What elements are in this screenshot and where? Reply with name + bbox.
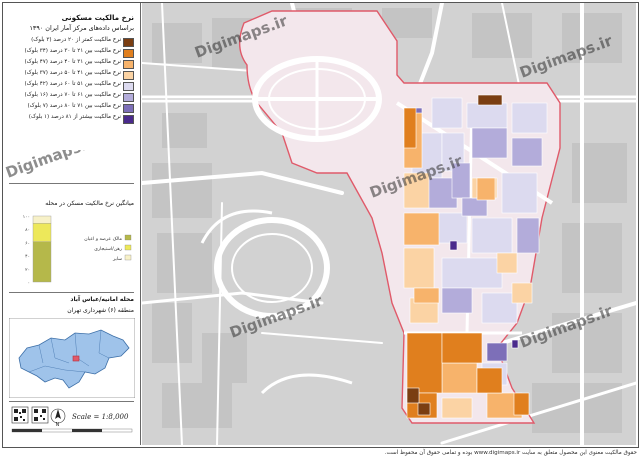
location-title: محله امانیه/عباس آباد xyxy=(70,296,134,303)
legend-label: نرخ مالکیت بین ۳۱ تا ۴۰ درصد (۴۷ بلوک) xyxy=(24,59,121,65)
legend-swatch xyxy=(123,49,134,58)
legend-label: نرخ مالکیت بین ۷۱ تا ۸۰ درصد (۷ بلوک) xyxy=(27,103,121,109)
legend-item: نرخ مالکیت بین ۷۱ تا ۸۰ درصد (۷ بلوک) xyxy=(9,103,134,113)
legend-item: نرخ مالکیت بیشتر از ۸۱ درصد (۱ بلوک) xyxy=(9,114,134,124)
chart-title: میانگین نرخ مالکیت مسکن در محله xyxy=(45,200,134,207)
svg-text:N: N xyxy=(56,422,60,428)
legend-item: نرخ مالکیت بین ۵۱ تا ۶۰ درصد (۴۲ بلوک) xyxy=(9,81,134,91)
chart-tick-label: ۶۰ xyxy=(25,241,30,246)
ownership-chart: ۱۰۰ ۸۰ ۶۰ ۴۰ ۲۰ ۰ مالک عرصه و اعیان رهن/استیجار… xyxy=(23,215,132,286)
map-canvas: Digimaps.ir Digimaps.ir Digimaps.ir Digi… xyxy=(142,3,636,445)
north-arrow-icon: N xyxy=(50,408,66,428)
legend-swatch xyxy=(123,82,134,91)
legend-title: نرخ مالکیت مسکونی xyxy=(61,13,134,22)
chart-tick-label: ۸۰ xyxy=(25,228,30,233)
legend-swatch xyxy=(123,115,134,124)
qr-code-icon xyxy=(31,406,49,424)
chart-legend-swatch xyxy=(124,244,132,251)
logo-block: N Scale = 1:8,000 xyxy=(11,406,133,433)
location-subtitle: منطقه (۶) شهرداری تهران xyxy=(67,307,134,314)
chart-legend-swatch xyxy=(124,234,132,241)
chart-tick-label: ۲۰ xyxy=(25,268,30,273)
chart-tick-label: ۰ xyxy=(28,281,30,286)
legend-label: نرخ مالکیت بین ۲۱ تا ۳۰ درصد (۳۴ بلوک) xyxy=(24,48,121,54)
footer: حقوق مالکیت معنوی این محصول متعلق به سای… xyxy=(0,449,643,461)
legend-swatch xyxy=(123,104,134,113)
legend-swatch xyxy=(123,60,134,69)
legend-item: نرخ مالکیت کمتر از ۲۰ درصد (۳ بلوک) xyxy=(9,37,134,47)
chart-bar-segment xyxy=(32,223,52,242)
legend-watermark: Digimaps.ir xyxy=(3,150,101,182)
legend-label: نرخ مالکیت بین ۶۱ تا ۷۰ درصد (۱۶ بلوک) xyxy=(24,92,121,98)
legend-label: نرخ مالکیت بین ۴۱ تا ۵۰ درصد (۳۷ بلوک) xyxy=(24,70,121,76)
roundabout xyxy=(252,56,382,142)
legend-label: نرخ مالکیت بین ۵۱ تا ۶۰ درصد (۴۲ بلوک) xyxy=(24,81,121,87)
chart-bar-segment xyxy=(32,215,52,224)
chart-tick-label: ۴۰ xyxy=(25,255,30,260)
legend-swatch xyxy=(123,38,134,47)
legend-label: نرخ مالکیت بیشتر از ۸۱ درصد (۱ بلوک) xyxy=(28,114,121,120)
chart-legend-label: مالک عرصه و اعیان xyxy=(84,236,122,242)
legend-panel: نرخ مالکیت مسکونی براساس داده‌های مرکز آ… xyxy=(3,3,141,445)
chart-legend-label: سایر xyxy=(112,257,122,262)
legend-swatch xyxy=(123,71,134,80)
legend-subtitle: براساس داده‌های مرکز آمار ایران ۱۳۹۰ xyxy=(29,24,134,32)
chart-bar-segment xyxy=(32,241,52,283)
legend-item: نرخ مالکیت بین ۶۱ تا ۷۰ درصد (۱۶ بلوک) xyxy=(9,92,134,102)
chart-legend-label: رهن/استیجاری xyxy=(94,246,122,252)
legend-label: نرخ مالکیت کمتر از ۲۰ درصد (۳ بلوک) xyxy=(31,37,121,43)
chart-legend-swatch xyxy=(124,254,132,261)
divider xyxy=(9,292,134,293)
divider xyxy=(9,401,134,402)
copyright-text: حقوق مالکیت معنوی این محصول متعلق به سای… xyxy=(384,450,637,456)
chart-tick-label: ۱۰۰ xyxy=(23,215,30,220)
qr-code-icon xyxy=(11,406,29,424)
legend-item: نرخ مالکیت بین ۳۱ تا ۴۰ درصد (۴۷ بلوک) xyxy=(9,59,134,69)
legend-item: نرخ مالکیت بین ۴۱ تا ۵۰ درصد (۳۷ بلوک) xyxy=(9,70,134,80)
scale-text: Scale = 1:8,000 xyxy=(72,413,129,421)
legend-swatch xyxy=(123,93,134,102)
legend-item: نرخ مالکیت بین ۲۱ تا ۳۰ درصد (۳۴ بلوک) xyxy=(9,48,134,58)
svg-text:Digimaps.ir: Digimaps.ir xyxy=(3,150,101,182)
tehran-inset-map xyxy=(9,318,135,398)
